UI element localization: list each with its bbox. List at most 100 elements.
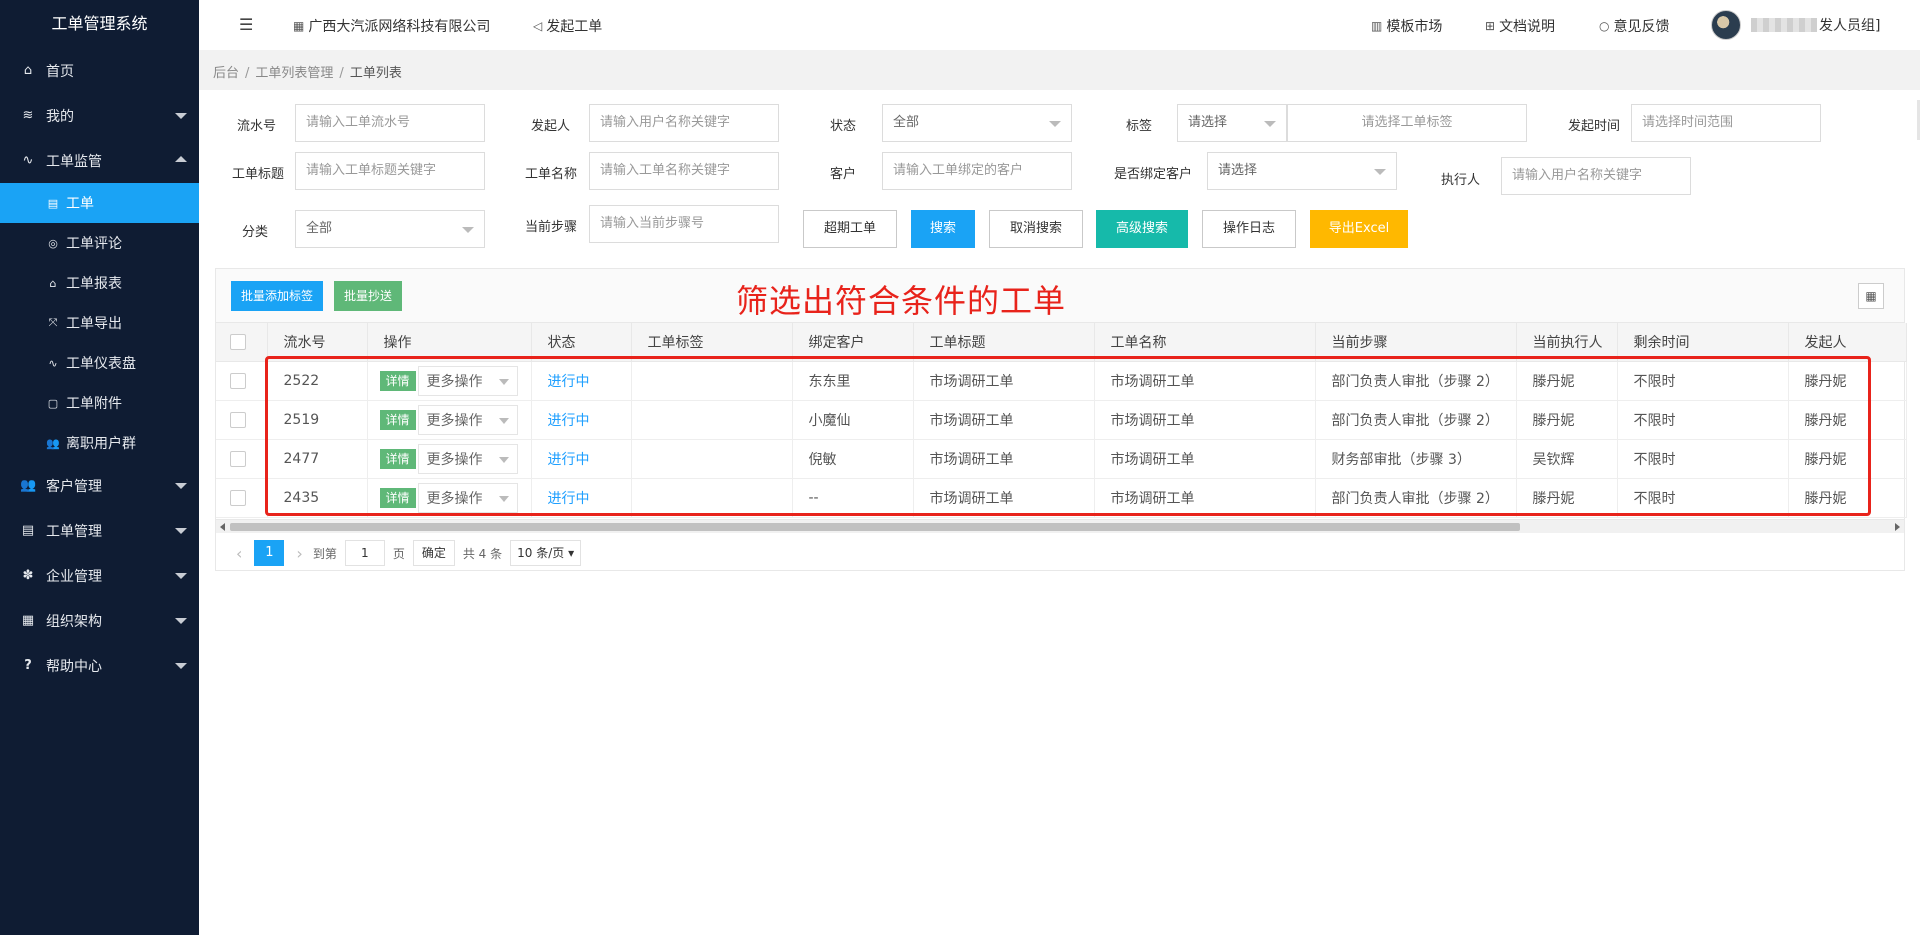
time-range-input[interactable]: 请选择时间范围 (1631, 104, 1821, 142)
status-select-value: 全部 (893, 115, 920, 130)
export-excel-button[interactable]: 导出Excel (1310, 210, 1408, 248)
bound-customer-select[interactable]: 请选择 (1207, 152, 1397, 190)
sidebar-item-enterprise[interactable]: ✽ 企业管理 (0, 553, 199, 598)
category-label: 分类 (241, 225, 268, 240)
create-ticket-label: 发起工单 (546, 19, 603, 35)
sidebar-subitem-report[interactable]: ⌂ 工单报表 (0, 263, 199, 303)
select-all-checkbox[interactable] (216, 323, 268, 362)
sidebar-subitem-ticket[interactable]: ▤ 工单 (0, 183, 199, 223)
operation-log-button[interactable]: 操作日志 (1202, 210, 1296, 248)
sidebar-item-organization[interactable]: ▦ 组织架构 (0, 598, 199, 643)
docs-link[interactable]: ⊞ 文档说明 (1485, 16, 1555, 36)
step-input[interactable]: 请输入当前步骤号 (589, 205, 779, 243)
template-market-link[interactable]: ▥ 模板市场 (1371, 16, 1442, 36)
goto-confirm-button[interactable]: 确定 (412, 540, 455, 566)
chevron-down-icon (175, 113, 187, 119)
row-checkbox-cell[interactable] (216, 439, 268, 479)
column-filter-icon[interactable]: ▦ (1858, 283, 1884, 309)
chevron-up-icon (175, 156, 187, 162)
initiator-input[interactable]: 请输入用户名称关键字 (589, 104, 779, 142)
title-input[interactable]: 请输入工单标题关键字 (295, 152, 485, 190)
breadcrumb-root[interactable]: 后台 (213, 66, 239, 81)
breadcrumb-separator: / (245, 66, 250, 81)
sidebar-item-label: 首页 (46, 63, 74, 80)
annotation-text: 筛选出符合条件的工单 (736, 282, 1067, 320)
chevron-down-icon (175, 663, 187, 669)
sidebar-subitem-export[interactable]: ⤧ 工单导出 (0, 303, 199, 343)
initiator-label: 发起人 (530, 119, 570, 134)
sidebar-item-customers[interactable]: 👥 客户管理 (0, 463, 199, 508)
app-title: 工单管理系统 (51, 14, 148, 33)
category-select[interactable]: 全部 (295, 210, 485, 248)
sidebar-item-home[interactable]: ⌂ 首页 (0, 48, 199, 93)
checkbox[interactable] (230, 489, 246, 506)
breadcrumb-bar: 后台 / 工单列表管理 / 工单列表 (199, 50, 1920, 140)
goto-label: 到第 (312, 546, 337, 561)
highlight-box (265, 356, 1871, 516)
batch-cc-button[interactable]: 批量抄送 (334, 281, 403, 311)
batch-add-tag-button[interactable]: 批量添加标签 (231, 281, 324, 311)
serial-input[interactable]: 请输入工单流水号 (295, 104, 485, 142)
bound-customer-label: 是否绑定客户 (1113, 167, 1192, 182)
sidebar-subitem-dashboard[interactable]: ∿ 工单仪表盘 (0, 343, 199, 383)
sidebar-item-ticket-supervision[interactable]: ∿ 工单监管 (0, 138, 199, 183)
search-button[interactable]: 搜索 (911, 210, 975, 248)
chevron-down-icon (175, 618, 187, 624)
current-page[interactable]: 1 (254, 540, 285, 566)
sidebar-subitem-departed-users[interactable]: 👥 离职用户群 (0, 423, 199, 463)
question-icon: ? (24, 658, 32, 673)
horizontal-scrollbar[interactable] (216, 519, 1904, 533)
tag-type-select[interactable]: 请选择 (1177, 104, 1287, 142)
breadcrumb-current: 工单列表 (349, 66, 402, 81)
breadcrumb-parent[interactable]: 工单列表管理 (255, 66, 333, 81)
name-input[interactable]: 请输入工单名称关键字 (589, 152, 779, 190)
goto-page-input[interactable]: 1 (344, 540, 385, 566)
sidebar-item-ticket-management[interactable]: ▤ 工单管理 (0, 508, 199, 553)
page-size-select[interactable]: 10 条/页 ▾ (510, 540, 582, 566)
sidebar-subitem-comments[interactable]: ◎ 工单评论 (0, 223, 199, 263)
sidebar-item-label: 工单监管 (46, 153, 102, 170)
checkbox[interactable] (230, 372, 246, 389)
sidebar-item-help[interactable]: ? 帮助中心 (0, 643, 199, 688)
checkbox[interactable] (230, 333, 246, 350)
checkbox[interactable] (230, 411, 246, 428)
sidebar: 工单管理系统 ⌂ 首页 ≋ 我的 ∿ 工单监管 ▤ 工单 ◎ 工单评论 ⌂ 工单… (0, 0, 199, 935)
overdue-tickets-button[interactable]: 超期工单 (803, 210, 897, 248)
sidebar-subitem-label: 工单 (66, 196, 94, 212)
file-icon: ▢ (47, 396, 59, 410)
sidebar-item-label: 客户管理 (46, 478, 102, 495)
sidebar-item-label: 组织架构 (46, 613, 102, 630)
chart-icon: ▥ (1371, 19, 1383, 33)
row-checkbox-cell[interactable] (216, 400, 268, 440)
checkbox[interactable] (230, 450, 246, 467)
customer-input[interactable]: 请输入工单绑定的客户 (882, 152, 1072, 190)
create-ticket-link[interactable]: ◁ 发起工单 (533, 16, 602, 36)
scroll-left-icon[interactable] (220, 523, 225, 531)
sidebar-subitem-label: 工单附件 (66, 396, 122, 412)
executor-input[interactable]: 请输入用户名称关键字 (1501, 157, 1691, 195)
scroll-right-icon[interactable] (1895, 523, 1900, 531)
docs-label: 文档说明 (1499, 19, 1556, 35)
sidebar-item-mine[interactable]: ≋ 我的 (0, 93, 199, 138)
chevron-down-icon (1374, 169, 1386, 175)
prev-page-icon[interactable]: ‹ (236, 544, 242, 563)
scrollbar-thumb[interactable] (230, 523, 1520, 531)
tag-input[interactable]: 请选择工单标签 (1287, 104, 1527, 142)
advanced-search-button[interactable]: 高级搜索 (1096, 210, 1188, 248)
sidebar-subitem-attachments[interactable]: ▢ 工单附件 (0, 383, 199, 423)
company-switcher[interactable]: ▦ 广西大汽派网络科技有限公司 (293, 16, 490, 36)
user-menu[interactable]: 发人员组] (1711, 10, 1880, 40)
avatar (1711, 10, 1741, 40)
status-select[interactable]: 全部 (882, 104, 1072, 142)
document-icon: ▤ (47, 196, 59, 210)
next-page-icon[interactable]: › (296, 544, 302, 563)
feedback-link[interactable]: ○ 意见反馈 (1599, 16, 1669, 36)
row-checkbox-cell[interactable] (216, 361, 268, 401)
sidebar-subitem-label: 工单导出 (66, 316, 122, 332)
cancel-search-button[interactable]: 取消搜索 (989, 210, 1083, 248)
pulse-icon: ∿ (22, 153, 34, 168)
feedback-label: 意见反馈 (1613, 19, 1670, 35)
row-checkbox-cell[interactable] (216, 478, 268, 518)
name-label: 工单名称 (524, 167, 577, 182)
menu-toggle-icon[interactable]: ☰ (239, 15, 253, 34)
